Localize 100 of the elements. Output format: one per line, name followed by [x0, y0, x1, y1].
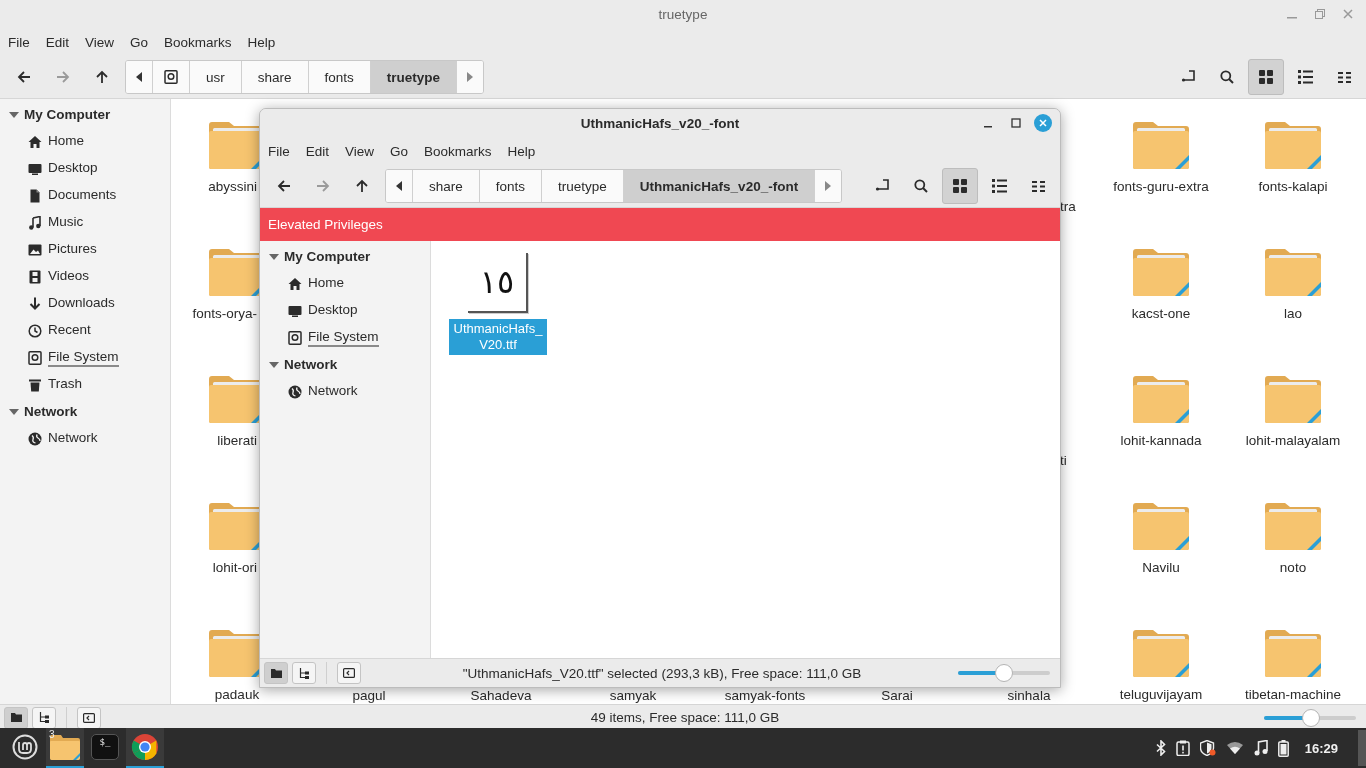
folder-icon — [1133, 627, 1189, 677]
sidebar-item[interactable]: File System — [260, 324, 430, 351]
folder-item[interactable]: lao — [1227, 226, 1359, 353]
download-icon — [28, 296, 42, 311]
tree-pane-button[interactable] — [292, 662, 316, 684]
sidebar-toggle-button[interactable] — [337, 662, 361, 684]
clock[interactable]: 16:29 — [1304, 740, 1338, 756]
expanded-triangle-icon[interactable] — [269, 251, 279, 262]
sidebar-item[interactable]: Documents — [0, 182, 170, 209]
home-icon — [288, 276, 302, 291]
sidebar-item[interactable]: Pictures — [0, 236, 170, 263]
film-icon — [28, 269, 42, 284]
terminal-app-button[interactable]: $_ — [86, 728, 124, 768]
path-button[interactable]: UthmanicHafs_v20_-font — [623, 170, 816, 202]
bluetooth-icon[interactable] — [1155, 740, 1166, 756]
menu-item[interactable]: Help — [239, 30, 284, 54]
menu-item[interactable]: Edit — [37, 30, 78, 54]
folder-label: lohit-ori — [211, 560, 257, 575]
status-text: "UthmanicHafs_V20.ttf" selected (293,3 kB), Free space: 111,0 GB — [462, 665, 862, 681]
expanded-triangle-icon[interactable] — [269, 359, 279, 370]
path-scroll-left-button[interactable] — [126, 61, 153, 93]
menu-item[interactable]: Help — [499, 139, 544, 163]
folder-label: pagul — [352, 688, 386, 703]
section-heading: Network — [284, 357, 338, 372]
sidebar-item[interactable]: Trash — [0, 371, 170, 398]
clipboard-icon[interactable] — [1175, 740, 1190, 756]
menu-item[interactable]: View — [77, 30, 123, 54]
sidebar-item[interactable]: Downloads — [0, 290, 170, 317]
places-pane-button[interactable] — [264, 662, 288, 684]
sidebar-item[interactable]: Recent — [0, 317, 170, 344]
expanded-triangle-icon[interactable] — [9, 109, 19, 120]
maximize-icon — [1011, 118, 1021, 128]
menu-item[interactable]: Go — [122, 30, 157, 54]
grid-view-button[interactable] — [1248, 59, 1284, 95]
drive-icon — [28, 350, 42, 365]
zoom-slider[interactable] — [958, 664, 1050, 682]
tree-pane-button[interactable] — [32, 706, 56, 729]
tree-icon — [38, 712, 50, 723]
folder-label: liberati — [216, 433, 257, 448]
path-scroll-left-button[interactable] — [386, 170, 413, 202]
places-pane-button[interactable] — [4, 706, 28, 729]
browser-app-button[interactable] — [126, 728, 164, 768]
arrow-up-icon — [94, 70, 109, 84]
sidebar-item[interactable]: Network — [0, 425, 170, 452]
search-icon — [1220, 70, 1234, 84]
sidebar-item[interactable]: Network — [260, 378, 430, 405]
section-heading: My Computer — [284, 249, 371, 264]
return-arrow-icon — [874, 179, 890, 193]
folder-item[interactable]: lohit-kannada — [1095, 353, 1227, 480]
sidebar-panel-icon — [343, 668, 355, 678]
panel-edge-handle[interactable] — [1358, 730, 1366, 766]
battery-icon[interactable] — [1277, 739, 1289, 757]
drive-icon — [288, 330, 302, 345]
menu-item[interactable]: File — [0, 30, 38, 54]
folder-item[interactable]: lohit-malayalam — [1227, 353, 1359, 480]
monitor-icon — [28, 161, 42, 176]
sidebar-item[interactable]: Home — [0, 128, 170, 155]
menu-item[interactable]: Bookmarks — [156, 30, 240, 54]
folder-icon — [1133, 119, 1189, 169]
home-icon — [28, 134, 42, 149]
sidebar-item[interactable]: Home — [260, 270, 430, 297]
folder-item[interactable]: kacst-one — [1095, 226, 1227, 353]
caret-left-icon — [396, 181, 402, 191]
folder-item[interactable]: tibetan-machine — [1227, 607, 1359, 704]
menu-item[interactable]: File — [260, 139, 298, 163]
font-preview-thumbnail[interactable]: ١٥ — [468, 253, 528, 313]
expanded-triangle-icon[interactable] — [9, 406, 19, 417]
caret-left-icon — [136, 72, 142, 82]
music-note-icon[interactable] — [1253, 740, 1268, 756]
sidebar-item[interactable]: Desktop — [260, 297, 430, 324]
close-button[interactable] — [1034, 114, 1052, 132]
folder-label: samyak — [609, 688, 657, 703]
zoom-slider[interactable] — [1264, 708, 1356, 727]
monitor-icon — [288, 303, 302, 318]
grid-view-button[interactable] — [942, 168, 978, 204]
menu-item[interactable]: View — [337, 139, 383, 163]
list-view-icon — [1297, 70, 1313, 84]
sidebar-item[interactable]: Videos — [0, 263, 170, 290]
window-title: truetype — [658, 6, 708, 22]
tree-icon — [298, 667, 310, 679]
terminal-icon: $_ — [91, 734, 119, 760]
wifi-icon[interactable] — [1225, 741, 1244, 755]
folder-item[interactable]: teluguvijayam — [1095, 607, 1227, 704]
menu-item[interactable]: Edit — [297, 139, 338, 163]
files-app-button[interactable]: 3 — [46, 728, 84, 768]
music-note-icon — [28, 215, 42, 230]
shield-icon[interactable] — [1199, 740, 1216, 756]
folder-item[interactable]: fonts-guru-extra — [1095, 99, 1227, 226]
folder-item[interactable]: noto — [1227, 480, 1359, 607]
folder-item[interactable]: fonts-kalapi — [1227, 99, 1359, 226]
sidebar-toggle-button[interactable] — [77, 706, 101, 729]
path-button[interactable]: truetype — [370, 61, 458, 93]
folder-label: Sarai — [881, 688, 913, 703]
sidebar-item[interactable]: Desktop — [0, 155, 170, 182]
menu-item[interactable]: Go — [382, 139, 417, 163]
sidebar-item[interactable]: File System — [0, 344, 170, 371]
menu-item[interactable]: Bookmarks — [416, 139, 500, 163]
folder-item[interactable]: Navilu — [1095, 480, 1227, 607]
folder-icon — [1265, 246, 1321, 296]
sidebar-item[interactable]: Music — [0, 209, 170, 236]
